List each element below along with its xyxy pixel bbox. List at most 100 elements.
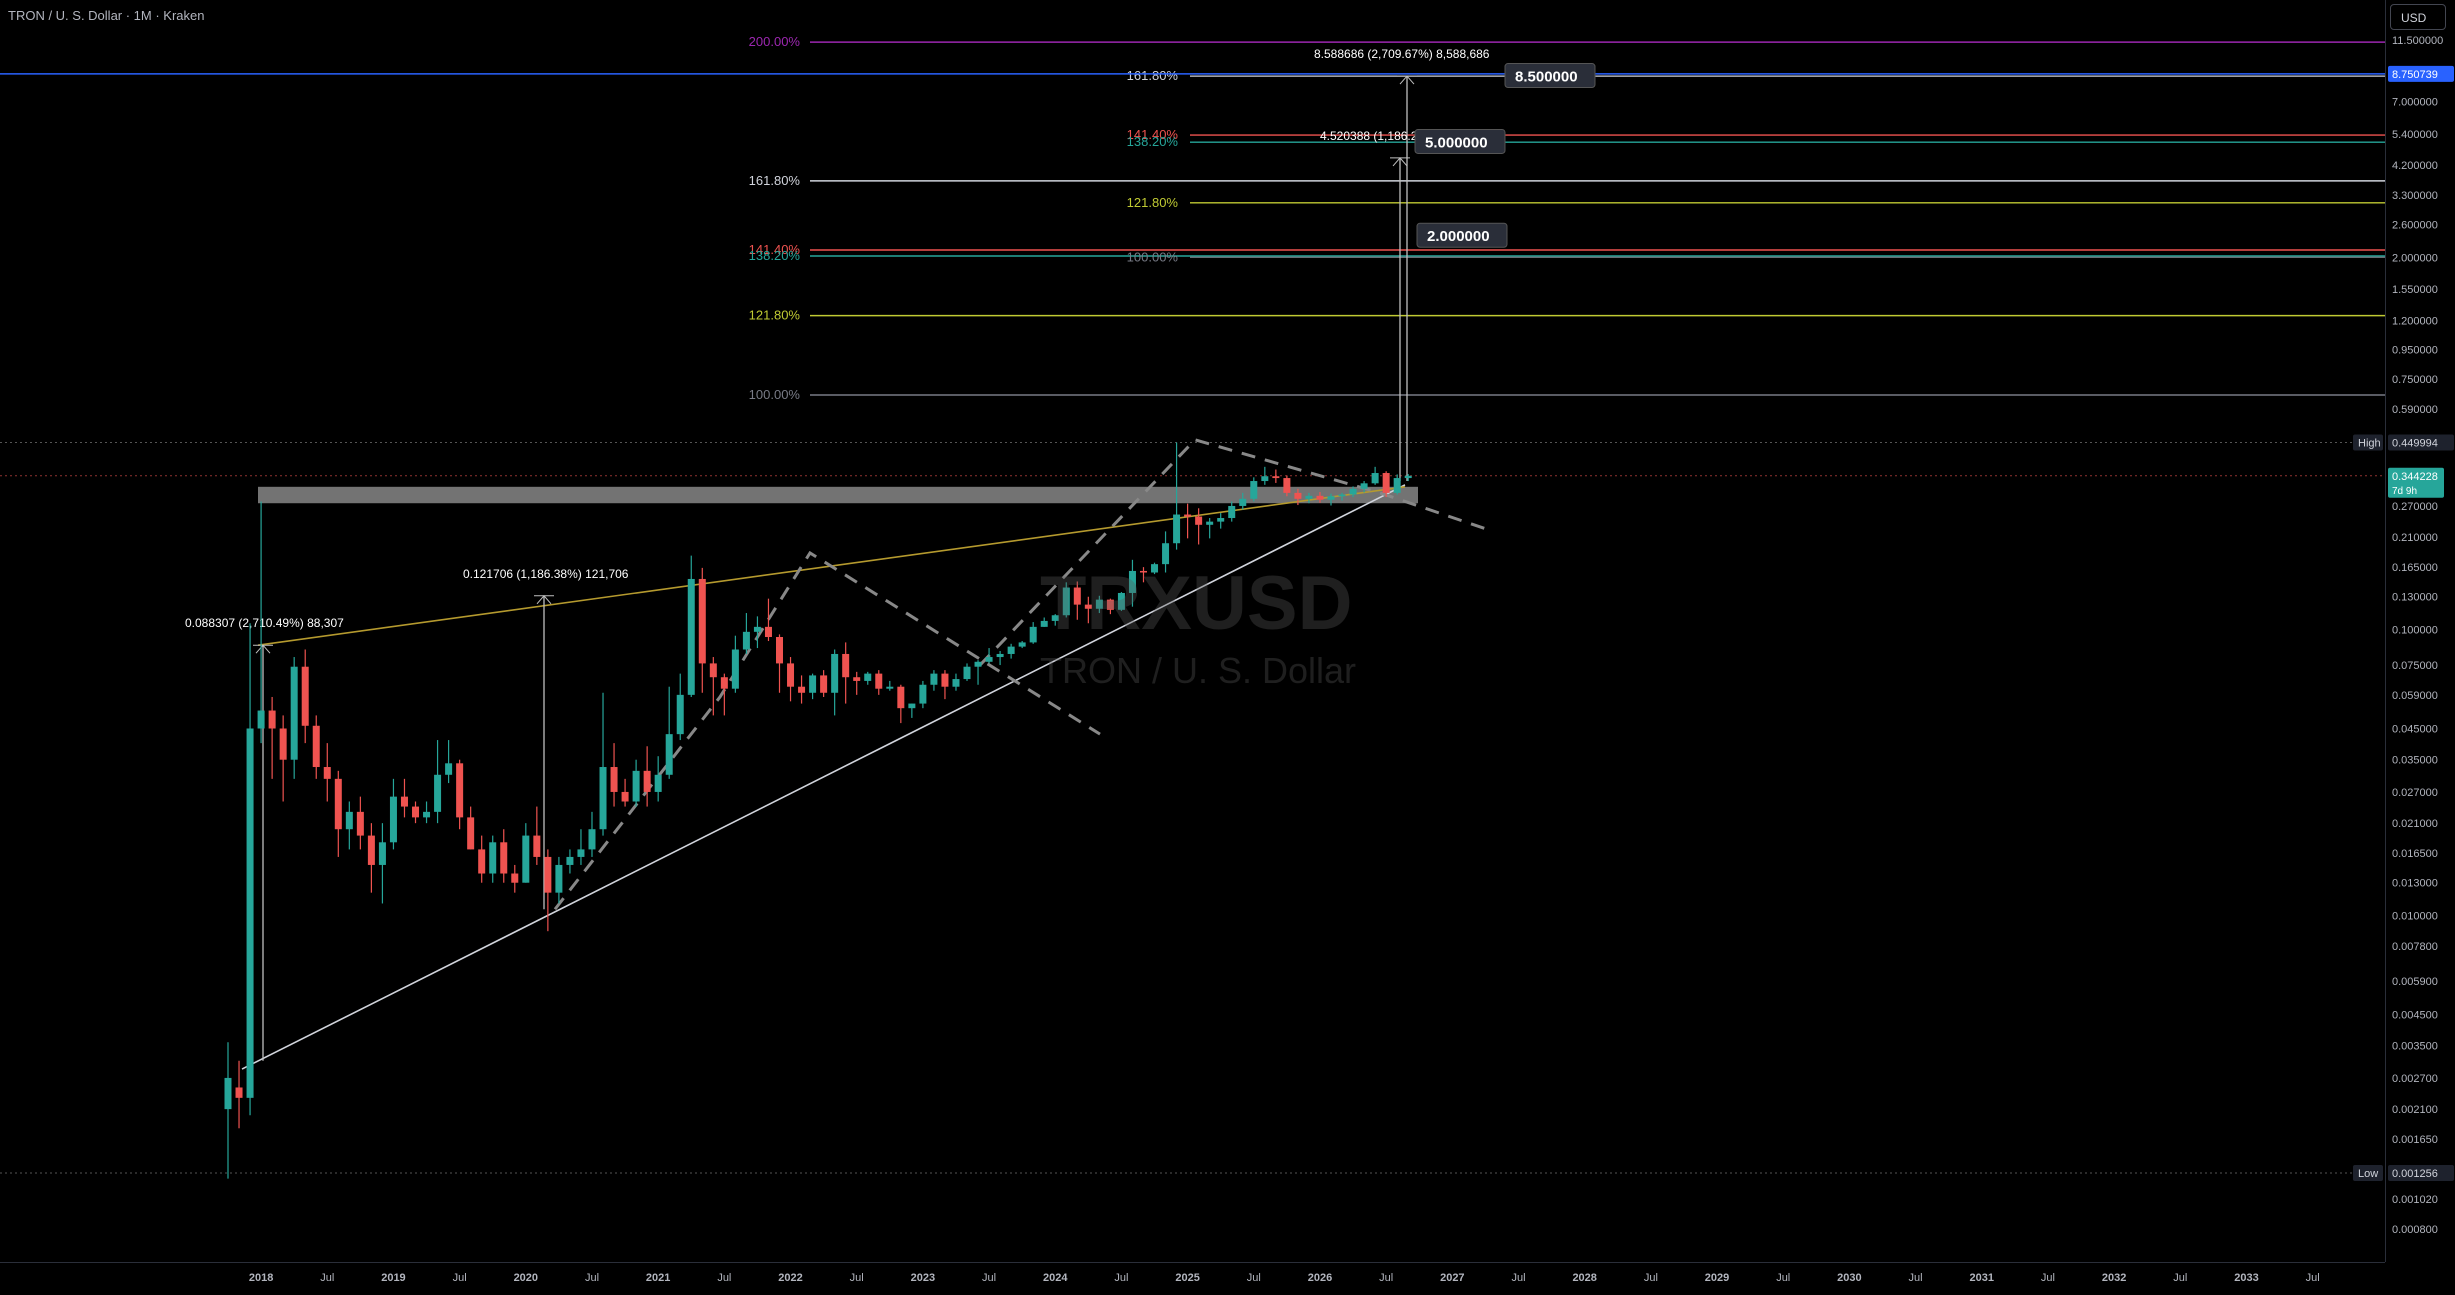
time-axis-label: 2030 <box>1837 1272 1861 1284</box>
candle-body <box>268 710 276 729</box>
fib-level-label: 200.00% <box>749 34 801 49</box>
time-axis[interactable]: 2018 Jul 2019 Jul 2020 Jul 2021 Jul 2022 Jul 2023 J… <box>0 1262 2385 1290</box>
time-axis-label: Jul <box>1114 1272 1128 1284</box>
candle-body <box>511 873 519 883</box>
candle-body <box>301 666 309 726</box>
symbol-title[interactable]: TRON / U. S. Dollar · 1M · Kraken <box>8 8 204 23</box>
candle-body <box>764 626 772 638</box>
candle-body <box>654 774 662 792</box>
target-label: 8.500000 <box>1515 69 1578 86</box>
candle-body <box>1305 495 1313 499</box>
time-axis-label: 2023 <box>911 1272 935 1284</box>
candle-body <box>544 856 552 893</box>
candle-body <box>599 767 607 830</box>
price-axis-label: 0.027000 <box>2392 787 2438 799</box>
price-axis[interactable]: 11.500000 7.000000 5.400000 4.200000 3.30000… <box>2385 0 2455 1262</box>
candle-body <box>698 578 706 664</box>
candle-body <box>323 767 331 779</box>
candle-body <box>952 679 960 687</box>
fib-level-label: 161.80% <box>749 173 801 188</box>
candle-body <box>621 791 629 802</box>
time-axis-label: 2022 <box>778 1272 802 1284</box>
candle-body <box>665 734 673 775</box>
watermark-name: TRON / U. S. Dollar <box>1040 650 1357 691</box>
candle-body <box>1018 642 1026 647</box>
candle-body <box>1272 476 1280 479</box>
price-axis-label: 0.000800 <box>2392 1224 2438 1236</box>
candle-body <box>522 835 530 883</box>
candle-body <box>842 653 850 678</box>
price-scale[interactable]: 11.500000 7.000000 5.400000 4.200000 3.30000… <box>2386 0 2455 1262</box>
candle-body <box>643 770 651 792</box>
price-axis-label: 0.270000 <box>2392 501 2438 513</box>
price-axis-label: 0.045000 <box>2392 723 2438 735</box>
time-axis-label: Jul <box>2041 1272 2055 1284</box>
fib-level-label: 100.00% <box>1127 249 1179 264</box>
candle-body <box>257 710 265 729</box>
candle-body <box>489 842 497 874</box>
price-axis-label: 0.007800 <box>2392 941 2438 953</box>
price-axis-label: 2.600000 <box>2392 220 2438 232</box>
time-axis-label: 2021 <box>646 1272 670 1284</box>
target-label: 5.000000 <box>1425 134 1488 151</box>
time-axis-label: Jul <box>2306 1272 2320 1284</box>
price-axis-label: 0.004500 <box>2392 1009 2438 1021</box>
candle-body <box>908 703 916 709</box>
price-axis-label: 0.035000 <box>2392 755 2438 767</box>
candle-body <box>1007 646 1015 654</box>
high-tag: High <box>2358 438 2381 450</box>
candle-body <box>886 686 894 689</box>
candle-body <box>235 1087 243 1098</box>
candle-body <box>809 675 817 693</box>
candle-body <box>389 796 397 843</box>
low-tag: Low <box>2358 1168 2378 1180</box>
candle-body <box>820 675 828 693</box>
candle-body <box>720 677 728 689</box>
candle-body <box>1184 514 1192 517</box>
candle-body <box>1338 494 1346 497</box>
projection-path <box>553 550 1101 911</box>
candle-body <box>224 1077 232 1110</box>
candle-body <box>1360 483 1368 489</box>
price-axis-label: 5.400000 <box>2392 129 2438 141</box>
low-value-badge: 0.001256 <box>2392 1168 2438 1180</box>
price-axis-label: 0.130000 <box>2392 592 2438 604</box>
candle-body <box>290 666 298 760</box>
candle-body <box>610 767 618 792</box>
candle-body <box>919 684 927 704</box>
currency-button[interactable]: USD <box>2390 4 2446 30</box>
time-axis-label: Jul <box>1776 1272 1790 1284</box>
candle-body <box>412 806 420 818</box>
time-axis-label: Jul <box>2173 1272 2187 1284</box>
candle-body <box>1382 473 1390 493</box>
fib-level-label: 121.80% <box>1127 195 1179 210</box>
measure-label: 0.088307 (2,710.49%) 88,307 <box>185 616 344 630</box>
candle-body <box>334 778 342 830</box>
candle-body <box>577 849 585 857</box>
price-axis-label: 0.010000 <box>2392 910 2438 922</box>
price-axis-label: 4.200000 <box>2392 160 2438 172</box>
candle-body <box>1217 518 1225 522</box>
candle-body <box>1029 626 1037 643</box>
fib-level-label: 161.80% <box>1127 68 1179 83</box>
price-axis-label: 0.590000 <box>2392 404 2438 416</box>
candle-body <box>1228 505 1236 519</box>
candle-body <box>378 842 386 865</box>
candle-body <box>731 649 739 689</box>
candle-body <box>1371 473 1379 484</box>
time-axis-label: Jul <box>1379 1272 1393 1284</box>
price-axis-label: 2.000000 <box>2392 252 2438 264</box>
candle-body <box>445 763 453 775</box>
time-axis-label: Jul <box>1644 1272 1658 1284</box>
price-axis-label: 0.002700 <box>2392 1073 2438 1085</box>
time-scale[interactable]: 2018 Jul 2019 Jul 2020 Jul 2021 Jul 2022 Jul 2023 J… <box>0 1263 2385 1290</box>
chart-area[interactable]: 200.00% 161.80% 141.40% 138.20% 121.80% 100.0… <box>0 0 2385 1262</box>
candle-body <box>930 673 938 685</box>
price-axis-label: 0.750000 <box>2392 374 2438 386</box>
measure-label: 0.121706 (1,186.38%) 121,706 <box>463 567 629 581</box>
price-axis-label: 0.001020 <box>2392 1194 2438 1206</box>
candle-body <box>1404 475 1412 479</box>
candle-body <box>875 673 883 689</box>
time-axis-label: Jul <box>982 1272 996 1284</box>
candle-body <box>423 811 431 818</box>
